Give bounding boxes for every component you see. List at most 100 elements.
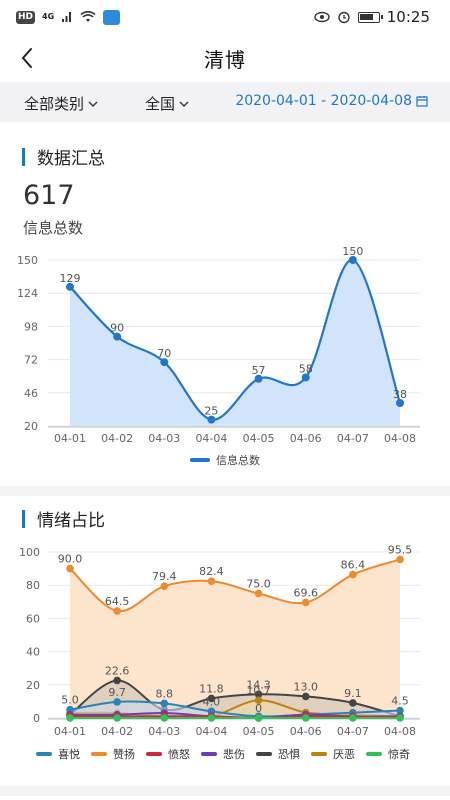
calendar-icon [416,96,428,107]
legend-item[interactable]: 悲伤 [201,746,245,762]
emotion-section-title: 情绪占比 [37,511,105,531]
legend-label: 惊奇 [388,748,410,761]
legend-swatch [190,458,210,462]
legend-label: 恐惧 [278,748,300,761]
y-tick-label: 0 [33,712,40,725]
x-tick-label: 04-04 [195,725,227,738]
data-point [301,714,310,722]
legend-label: 悲伤 [223,748,245,761]
navigation-app-icon [103,9,121,25]
data-label: 4.5 [391,695,409,708]
legend-item[interactable]: 赞扬 [91,746,135,762]
legend-label: 信息总数 [216,454,260,467]
chevron-down-icon [88,101,98,107]
legend-swatch [311,752,327,756]
data-point [396,555,404,564]
title-bar: 清博 [0,34,450,82]
legend-label: 愤怒 [168,748,190,761]
x-tick-label: 04-07 [337,432,369,445]
data-point [113,676,121,685]
data-point [349,714,357,722]
legend-item[interactable]: 厌恶 [311,746,355,762]
x-tick-label: 04-02 [101,725,133,738]
data-point [207,577,216,586]
summary-section-title: 数据汇总 [37,149,105,169]
status-right: 10:25 [314,8,430,26]
data-point [301,598,310,607]
data-label: 90 [110,322,124,335]
x-tick-label: 04-01 [54,432,86,445]
y-tick-label: 60 [26,612,40,625]
data-point [349,699,357,707]
legend-swatch [91,752,107,756]
y-tick-label: 124 [17,287,38,300]
legend-swatch [256,752,272,756]
emotion-ratio-chart: 0 20 40 60 80 100 04-01 04-02 04-03 04-04 04-05 04-… [19,543,420,738]
data-label: 25 [204,405,218,418]
section-marker [22,509,25,528]
data-label: 95.5 [388,543,413,556]
y-tick-label: 100 [19,546,40,559]
back-icon[interactable] [14,44,42,72]
y-tick-label: 80 [26,579,40,592]
legend-label: 厌恶 [333,748,355,761]
x-tick-label: 04-06 [290,432,322,445]
legend-swatch [201,752,217,756]
data-point [160,714,169,722]
data-point [301,692,310,701]
section-divider [0,486,450,496]
legend-label: 喜悦 [58,748,80,761]
y-tick-label: 46 [24,387,38,400]
total-trend-legend: 信息总数 [0,452,450,468]
data-label: 4.0 [203,695,221,708]
x-tick-label: 04-03 [148,725,180,738]
x-tick-label: 04-06 [290,725,322,738]
data-label: 38 [393,388,407,401]
chevron-down-icon [179,101,189,107]
data-label: 90.0 [58,553,83,566]
data-label: 57 [252,364,266,377]
data-label: 82.4 [199,565,224,578]
data-label: 0 [255,702,262,715]
x-tick-label: 04-05 [243,432,275,445]
y-tick-label: 98 [24,320,38,333]
legend-item[interactable]: 惊奇 [366,746,410,762]
category-filter[interactable]: 全部类别 [24,93,98,114]
data-label: 79.4 [152,570,177,583]
hd-badge: HD [16,10,36,24]
region-filter[interactable]: 全国 [145,93,189,114]
legend-item[interactable]: 喜悦 [36,746,80,762]
data-point [113,698,121,706]
data-point [349,570,357,579]
y-tick-label: 20 [24,420,38,433]
filter-bar: 全部类别 全国 2020-04-01 - 2020-04-08 [0,82,450,122]
data-label: 75.0 [246,578,271,591]
x-tick-label: 04-03 [148,432,180,445]
date-range-picker[interactable]: 2020-04-01 - 2020-04-08 [235,93,428,109]
data-point [113,607,121,615]
data-label: 13.0 [293,680,318,693]
date-range-label: 2020-04-01 - 2020-04-08 [235,93,412,109]
data-label: 69.6 [293,586,318,599]
wifi-icon [80,11,96,22]
legend-swatch [146,752,162,756]
total-count-label: 信息总数 [23,219,84,237]
data-point [207,714,216,722]
data-point [396,714,404,722]
category-filter-label: 全部类别 [24,95,85,113]
y-tick-label: 20 [26,679,40,692]
data-point [254,714,263,722]
y-tick-label: 40 [26,646,40,659]
data-point [66,714,74,722]
series-area [70,259,400,426]
legend-label: 赞扬 [113,748,135,761]
region-filter-label: 全国 [145,95,176,113]
x-tick-label: 04-07 [337,725,369,738]
x-tick-label: 04-05 [243,725,275,738]
section-marker [22,147,25,166]
alarm-icon [338,11,350,24]
x-tick-label: 04-02 [101,432,133,445]
legend-item[interactable]: 愤怒 [146,746,190,762]
legend-item[interactable]: 恐惧 [256,746,300,762]
data-point [160,582,169,590]
